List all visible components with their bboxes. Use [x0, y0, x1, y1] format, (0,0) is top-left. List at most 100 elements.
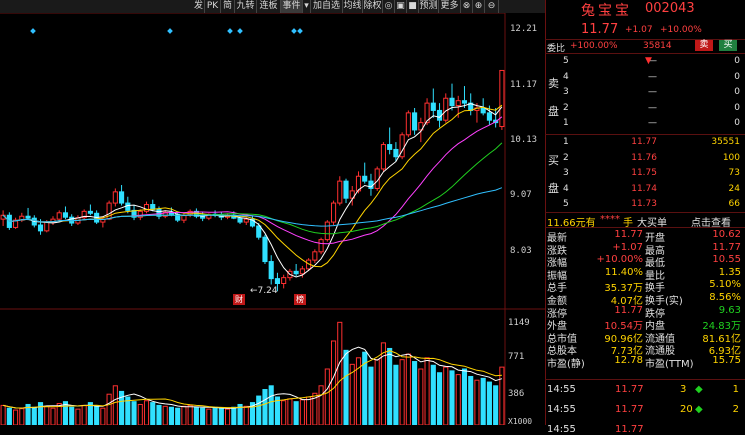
toolbar-item[interactable]: 发 [193, 0, 205, 13]
sell-side-label: 卖 [548, 77, 559, 90]
stat-value: 11.40% [604, 266, 643, 278]
volume-bar [455, 374, 461, 425]
buy-price: 11.75 [631, 168, 657, 179]
volume-bar [262, 389, 268, 425]
volume-bar [181, 405, 187, 425]
toolbar-item[interactable]: 事件 [281, 0, 303, 13]
stat-value: 9.63 [718, 304, 741, 316]
price-tick: 8.03 [510, 246, 532, 256]
toolbar-item[interactable]: 预测 [419, 0, 439, 13]
sell-side-label: 盘 [548, 105, 559, 118]
candle-body [387, 144, 393, 150]
volume-bar [368, 366, 374, 425]
buy-price: 11.76 [631, 152, 657, 163]
volume-bar [50, 407, 56, 425]
buy-level: 3 [563, 168, 569, 179]
price-change: +1.07 [625, 25, 653, 35]
sell-price: — [648, 87, 657, 98]
volume-bar [405, 353, 411, 425]
event-marker-list[interactable]: 榜 [294, 294, 306, 305]
collapse-arrow-icon[interactable]: ▼ [645, 56, 652, 66]
sell-price: — [648, 102, 657, 113]
candle-body [268, 261, 274, 280]
buy-level: 2 [563, 152, 569, 163]
toolbar-item[interactable]: 加自选 [311, 0, 343, 13]
toolbar-item[interactable]: 更多 [439, 0, 461, 13]
chart-toolbar: 发 PK 简九转 连板 事件 ▾ 加自选 均线 除权 ◎ ▣ ■ 预测 更多 ⊗ ⊕ ⊖ [0, 0, 545, 13]
volume-bar [324, 368, 330, 425]
toolbar-item[interactable]: ⊕ [473, 0, 485, 13]
toolbar-item[interactable]: ▣ [395, 0, 407, 13]
volume-tick: 771 [508, 352, 525, 362]
volume-bar [156, 404, 162, 425]
event-diamond-icon [297, 28, 303, 34]
volume-bar [449, 370, 455, 425]
buy-button[interactable]: 买 [719, 40, 737, 51]
volume-bar [75, 408, 81, 425]
toolbar-item[interactable]: 简 [221, 0, 235, 13]
volume-bar [218, 407, 224, 425]
volume-bar [306, 396, 312, 425]
volume-bar [287, 398, 293, 425]
toolbar-item[interactable]: 连板 [257, 0, 281, 13]
tick-direction-icon: ◆ [695, 404, 703, 415]
toolbar-item[interactable]: ⊗ [461, 0, 473, 13]
volume-bar [81, 404, 87, 425]
candle-body [405, 112, 411, 136]
buy-side-label: 盘 [548, 182, 559, 195]
toolbar-item[interactable]: 除权 [363, 0, 383, 13]
stat-value: 5.10% [709, 279, 741, 291]
price-change-pct: +10.00% [660, 25, 702, 35]
buy-volume: 24 [728, 183, 740, 194]
candle-body [87, 210, 93, 214]
toolbar-item[interactable]: PK [205, 0, 221, 13]
volume-bar [106, 393, 112, 425]
sell-level: 3 [563, 87, 569, 98]
candle-body [44, 221, 50, 232]
price-tick: 10.13 [510, 135, 538, 145]
candle-body [112, 191, 118, 204]
volume-bar [193, 406, 199, 425]
volume-tick: 386 [508, 389, 525, 399]
tick-price: 11.77 [615, 384, 644, 395]
toolbar-item[interactable]: ◎ [383, 0, 395, 13]
stat-value: 8.56% [709, 292, 741, 303]
event-diamond-icon [227, 28, 233, 34]
sell-price: — [648, 118, 657, 129]
event-marker-finance[interactable]: 财 [233, 294, 245, 305]
stat-label: 市盈(TTM) [645, 359, 694, 370]
sell-button[interactable]: 卖 [695, 40, 713, 51]
volume-tick: 1149 [508, 318, 530, 328]
candle-body [119, 191, 125, 204]
sell-volume: 0 [734, 118, 740, 129]
candle-body [393, 148, 399, 158]
stat-value: +1.07 [612, 241, 643, 253]
tick-count: 1 [732, 384, 739, 395]
kline-chart[interactable] [0, 13, 545, 425]
stock-code: 002043 [645, 1, 695, 16]
candle-body [343, 180, 349, 199]
volume-bar [256, 395, 262, 425]
volume-bar [143, 400, 150, 425]
event-diamond-icon [291, 28, 297, 34]
toolbar-item[interactable]: 九转 [235, 0, 257, 13]
tick-time: 14:55 [547, 404, 576, 415]
stock-name: 兔宝宝 [581, 3, 632, 19]
price-tick: 9.07 [510, 190, 532, 200]
tick-time: 14:55 [547, 384, 576, 395]
volume-bar [31, 406, 37, 425]
candle-body [281, 277, 287, 284]
stat-value: 1.35 [718, 266, 741, 278]
toolbar-item[interactable]: ■ [407, 0, 419, 13]
toolbar-item[interactable]: ⊖ [485, 0, 499, 13]
volume-bar [87, 402, 93, 425]
volume-bar [225, 408, 231, 425]
stat-value: 11.77 [614, 304, 643, 316]
toolbar-item[interactable]: ▾ [303, 0, 311, 13]
toolbar-item[interactable]: 均线 [343, 0, 363, 13]
volume-bar [330, 340, 337, 425]
volume-bar [231, 406, 237, 425]
volume-bar [94, 405, 100, 425]
event-diamond-icon [30, 28, 36, 34]
quote-panel: 兔宝宝 002043 11.77 +1.07 +10.00% 委比 +100.0… [545, 0, 745, 435]
